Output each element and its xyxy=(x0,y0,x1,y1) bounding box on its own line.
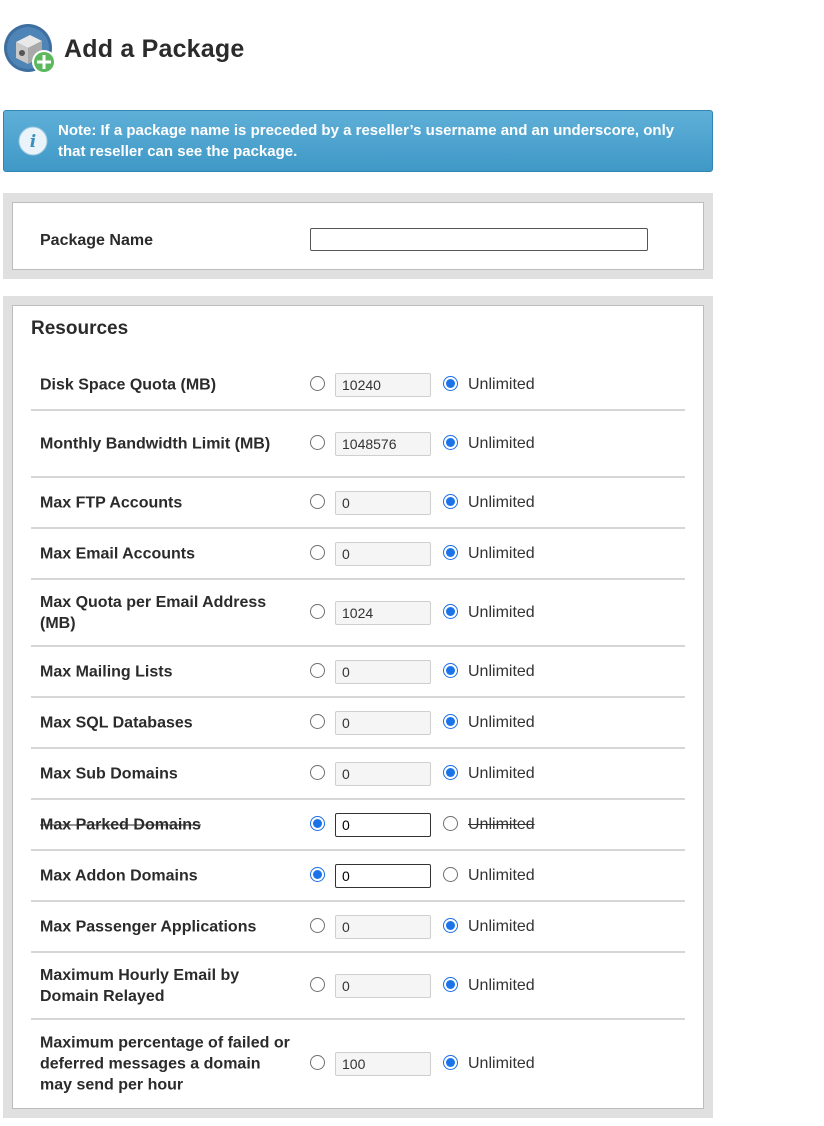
unlimited-label: Unlimited xyxy=(468,662,535,680)
unlimited-radio[interactable] xyxy=(443,976,458,992)
resource-row-max-sql-databases: Max SQL Databases Unlimited xyxy=(31,698,685,749)
custom-value-radio[interactable] xyxy=(310,375,325,391)
resource-value-input[interactable] xyxy=(335,914,431,939)
unlimited-label: Unlimited xyxy=(468,1054,535,1072)
unlimited-radio[interactable] xyxy=(443,1054,458,1070)
unlimited-label: Unlimited xyxy=(468,493,535,511)
resource-value-input[interactable] xyxy=(335,600,431,625)
unlimited-radio[interactable] xyxy=(443,375,458,391)
unlimited-label: Unlimited xyxy=(468,815,535,833)
resource-row-max-ftp-accounts: Max FTP Accounts Unlimited xyxy=(31,478,685,529)
resource-value-input[interactable] xyxy=(335,863,431,888)
resource-label: Max Quota per Email Address (MB) xyxy=(40,593,267,632)
resources-title: Resources xyxy=(31,318,129,339)
resource-label: Maximum Hourly Email by Domain Relayed xyxy=(40,966,240,1005)
resource-value-input[interactable] xyxy=(335,431,431,456)
custom-value-radio[interactable] xyxy=(310,764,325,780)
unlimited-radio[interactable] xyxy=(443,815,458,831)
resource-value-input[interactable] xyxy=(335,541,431,566)
resource-row-max-passenger-applications: Max Passenger Applications Unlimited xyxy=(31,902,685,953)
custom-value-radio[interactable] xyxy=(310,713,325,729)
custom-value-radio[interactable] xyxy=(310,815,325,831)
resource-label: Max SQL Databases xyxy=(40,714,193,731)
unlimited-label: Unlimited xyxy=(468,375,535,393)
unlimited-radio[interactable] xyxy=(443,662,458,678)
resource-label: Disk Space Quota (MB) xyxy=(40,376,217,393)
resource-value-input[interactable] xyxy=(335,1051,431,1076)
resource-label: Max Email Accounts xyxy=(40,545,196,562)
info-icon: i xyxy=(18,126,48,156)
unlimited-radio[interactable] xyxy=(443,866,458,882)
resource-label: Max Parked Domains xyxy=(40,816,201,833)
resource-label: Max Passenger Applications xyxy=(40,918,257,935)
resource-row-disk-space-quota-mb: Disk Space Quota (MB) Unlimited xyxy=(31,360,685,411)
custom-value-radio[interactable] xyxy=(310,434,325,450)
resource-row-max-sub-domains: Max Sub Domains Unlimited xyxy=(31,749,685,800)
unlimited-label: Unlimited xyxy=(468,866,535,884)
package-name-label: Package Name xyxy=(40,232,153,249)
resource-label: Max FTP Accounts xyxy=(40,494,183,511)
unlimited-radio[interactable] xyxy=(443,493,458,509)
custom-value-radio[interactable] xyxy=(310,662,325,678)
resource-label: Max Sub Domains xyxy=(40,765,178,782)
svg-text:i: i xyxy=(30,132,36,152)
unlimited-radio[interactable] xyxy=(443,764,458,780)
page-title: Add a Package xyxy=(64,34,245,63)
resource-value-input[interactable] xyxy=(335,710,431,735)
resource-value-input[interactable] xyxy=(335,761,431,786)
resource-row-max-parked-domains: Max Parked Domains Unlimited xyxy=(31,800,685,851)
resource-row-max-quota-per-email-address-mb: Max Quota per Email Address (MB) Unlimite… xyxy=(31,580,685,647)
resource-row-monthly-bandwidth-limit-mb: Monthly Bandwidth Limit (MB) Unlimited xyxy=(31,411,685,478)
page-header: Add a Package xyxy=(4,22,244,76)
custom-value-radio[interactable] xyxy=(310,603,325,619)
resource-value-input[interactable] xyxy=(335,372,431,397)
resource-label: Maximum percentage of failed or deferred… xyxy=(40,1034,290,1093)
custom-value-radio[interactable] xyxy=(310,1054,325,1070)
package-name-panel: Package Name xyxy=(3,193,713,279)
resource-row-max-addon-domains: Max Addon Domains Unlimited xyxy=(31,851,685,902)
unlimited-label: Unlimited xyxy=(468,976,535,994)
unlimited-radio[interactable] xyxy=(443,917,458,933)
resource-row-max-email-accounts: Max Email Accounts Unlimited xyxy=(31,529,685,580)
resource-label: Max Addon Domains xyxy=(40,867,198,884)
resource-value-input[interactable] xyxy=(335,490,431,515)
custom-value-radio[interactable] xyxy=(310,917,325,933)
note-text: Note: If a package name is preceded by a… xyxy=(58,122,675,160)
resource-row-maximum-percentage-of-failed-or-deferred-messages-a-domain-may-send-per-hour: Maximum percentage of failed or deferred… xyxy=(31,1020,685,1107)
unlimited-label: Unlimited xyxy=(468,764,535,782)
package-add-icon xyxy=(4,22,58,76)
unlimited-label: Unlimited xyxy=(468,603,535,621)
unlimited-label: Unlimited xyxy=(468,917,535,935)
unlimited-label: Unlimited xyxy=(468,544,535,562)
unlimited-radio[interactable] xyxy=(443,603,458,619)
resources-list: Disk Space Quota (MB)UnlimitedMonthly Ba… xyxy=(31,360,685,1107)
unlimited-radio[interactable] xyxy=(443,544,458,560)
info-note: i Note: If a package name is preceded by… xyxy=(3,110,713,172)
unlimited-radio[interactable] xyxy=(443,434,458,450)
resource-value-input[interactable] xyxy=(335,973,431,998)
custom-value-radio[interactable] xyxy=(310,544,325,560)
custom-value-radio[interactable] xyxy=(310,976,325,992)
resources-panel: Resources Disk Space Quota (MB) Unlimited… xyxy=(3,296,713,1118)
resource-value-input[interactable] xyxy=(335,812,431,837)
unlimited-radio[interactable] xyxy=(443,713,458,729)
resource-row-maximum-hourly-email-by-domain-relayed: Maximum Hourly Email by Domain Relayed Un… xyxy=(31,953,685,1020)
package-name-input[interactable] xyxy=(310,228,648,251)
resource-label: Monthly Bandwidth Limit (MB) xyxy=(40,435,271,452)
resource-value-input[interactable] xyxy=(335,659,431,684)
custom-value-radio[interactable] xyxy=(310,866,325,882)
unlimited-label: Unlimited xyxy=(468,713,535,731)
custom-value-radio[interactable] xyxy=(310,493,325,509)
resource-row-max-mailing-lists: Max Mailing Lists Unlimited xyxy=(31,647,685,698)
unlimited-label: Unlimited xyxy=(468,434,535,452)
resource-label: Max Mailing Lists xyxy=(40,663,173,680)
